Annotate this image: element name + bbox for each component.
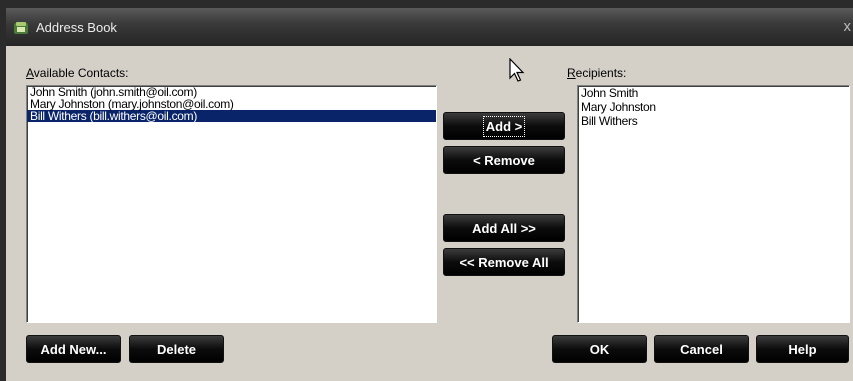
add-button[interactable]: Add > — [443, 112, 565, 140]
remove-button[interactable]: < Remove — [443, 146, 565, 174]
list-item[interactable]: Bill Withers — [578, 114, 849, 128]
cancel-button[interactable]: Cancel — [654, 335, 749, 363]
add-all-button[interactable]: Add All >> — [443, 214, 565, 242]
recipients-list[interactable]: John Smith Mary Johnston Bill Withers — [577, 85, 850, 323]
window-title: Address Book — [36, 20, 117, 35]
title-bar[interactable]: Address Book x — [6, 8, 853, 46]
list-item[interactable]: Bill Withers (bill.withers@oil.com) — [27, 110, 436, 122]
address-book-icon — [14, 22, 28, 34]
available-contacts-label: Available Contacts: — [26, 66, 129, 80]
mouse-pointer-icon — [509, 58, 525, 82]
close-icon[interactable]: x — [844, 18, 852, 35]
remove-all-button[interactable]: << Remove All — [443, 248, 565, 276]
address-book-window: Address Book x Available Contacts: John … — [6, 8, 853, 381]
help-button[interactable]: Help — [756, 335, 849, 363]
list-item[interactable]: Mary Johnston — [578, 100, 849, 114]
delete-button[interactable]: Delete — [129, 335, 224, 363]
list-item[interactable]: John Smith — [578, 86, 849, 100]
available-contacts-list[interactable]: John Smith (john.smith@oil.com) Mary John… — [26, 85, 437, 323]
ok-button[interactable]: OK — [552, 335, 647, 363]
add-new-button[interactable]: Add New... — [26, 335, 121, 363]
recipients-label: Recipients: — [567, 66, 627, 80]
